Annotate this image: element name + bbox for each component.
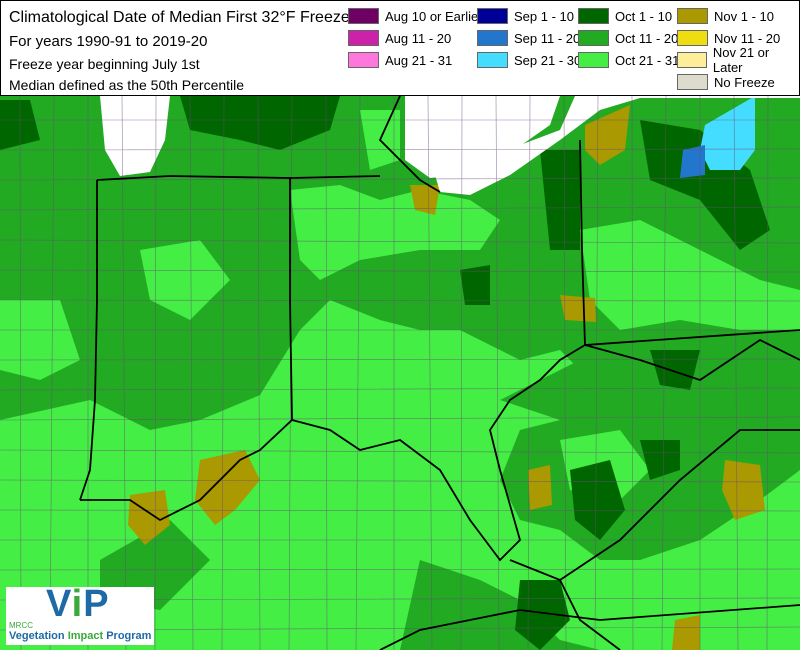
legend-label: Oct 21 - 31 <box>615 52 680 68</box>
legend-label: Nov 21 or Later <box>712 45 770 75</box>
legend-swatch <box>578 8 609 24</box>
legend-swatch <box>578 52 609 68</box>
legend-item: Oct 1 - 10 <box>578 7 672 25</box>
legend-label: Aug 11 - 20 <box>385 30 452 46</box>
legend-item: Sep 11 - 20 <box>477 29 580 47</box>
mrcc-label: MRCC <box>9 621 33 630</box>
legend-item: Aug 11 - 20 <box>348 29 451 47</box>
legend-label: Sep 21 - 30 <box>514 52 582 68</box>
legend-item: Oct 11 - 20 <box>578 29 678 47</box>
legend-swatch <box>677 8 708 24</box>
legend-item: Aug 21 - 31 <box>348 51 452 69</box>
legend-label: Sep 11 - 20 <box>514 30 581 46</box>
legend-item: Oct 21 - 31 <box>578 51 679 69</box>
legend-label: Aug 21 - 31 <box>385 52 453 68</box>
legend-swatch <box>578 30 609 46</box>
map-title: Climatological Date of Median First 32°F… <box>9 9 350 26</box>
legend-swatch <box>677 30 708 46</box>
vip-wordmark: ViP <box>46 583 110 625</box>
legend-swatch <box>348 8 379 24</box>
legend-label: Aug 10 or Earlier <box>385 8 483 24</box>
legend-label: Nov 11 - 20 <box>714 30 781 46</box>
legend-item: Nov 21 or Later <box>677 45 799 75</box>
legend-swatch <box>477 52 508 68</box>
legend-label: No Freeze <box>714 74 775 90</box>
legend-label: Oct 1 - 10 <box>615 8 673 24</box>
legend-item: No Freeze <box>677 73 775 91</box>
legend-swatch <box>677 52 707 68</box>
legend-swatch <box>677 74 708 90</box>
legend-item: Sep 21 - 30 <box>477 51 581 69</box>
legend-swatch <box>348 30 379 46</box>
freeze-year-text: Freeze year beginning July 1st <box>9 56 200 72</box>
legend-item: Nov 1 - 10 <box>677 7 774 25</box>
freeze-date-map <box>0 96 800 650</box>
map-header: Climatological Date of Median First 32°F… <box>0 0 800 97</box>
period-text: For years 1990-91 to 2019-20 <box>9 33 208 50</box>
vip-logo: ViP MRCC Vegetation Impact Program <box>6 583 154 645</box>
legend-label: Nov 1 - 10 <box>714 8 774 24</box>
legend-item: Sep 1 - 10 <box>477 7 574 25</box>
legend-item: Aug 10 or Earlier <box>348 7 483 25</box>
median-note: Median defined as the 50th Percentile <box>9 77 245 93</box>
legend-label: Sep 1 - 10 <box>514 8 574 24</box>
legend-label: Oct 11 - 20 <box>615 30 679 46</box>
legend-swatch <box>477 30 508 46</box>
program-name: Vegetation Impact Program <box>9 630 152 642</box>
legend-swatch <box>348 52 379 68</box>
legend-swatch <box>477 8 508 24</box>
region-sep-11-20 <box>680 145 705 178</box>
